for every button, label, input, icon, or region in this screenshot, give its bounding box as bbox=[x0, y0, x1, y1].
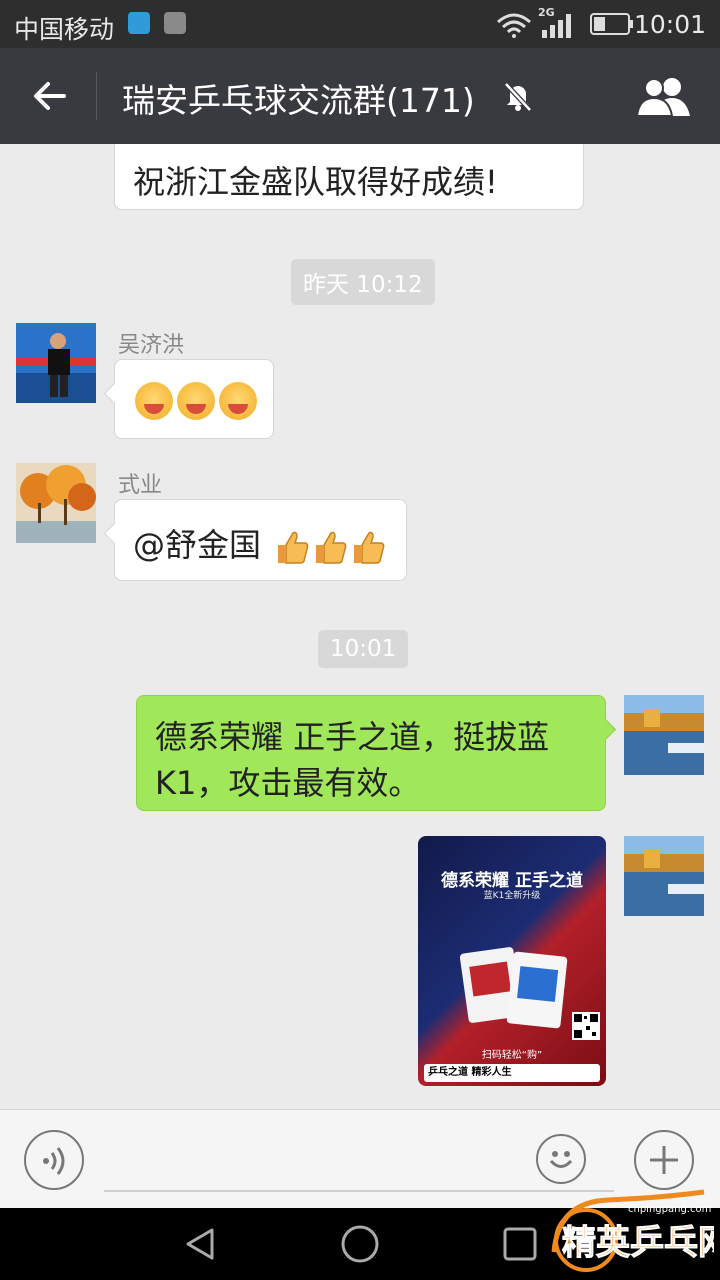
message-text: K1，攻击最有效。 bbox=[155, 764, 421, 802]
avatar[interactable] bbox=[16, 463, 96, 543]
smile-icon bbox=[549, 1151, 573, 1168]
plus-icon bbox=[650, 1146, 678, 1174]
nav-home-icon[interactable] bbox=[340, 1224, 380, 1264]
group-title: 瑞安乒乓球交流群(171) bbox=[122, 81, 475, 120]
message-bubble[interactable] bbox=[103, 359, 274, 439]
grin-blush-emoji bbox=[219, 382, 257, 420]
message-text: 祝浙江金盛队取得好成绩! bbox=[133, 163, 498, 201]
chat-header: 瑞安乒乓球交流群(171) bbox=[0, 48, 720, 144]
battery-icon bbox=[590, 13, 633, 35]
message-bubble[interactable]: 祝浙江金盛队取得好成绩! bbox=[114, 144, 584, 210]
site-watermark-logo: cnpingpang.com 精英乒乓网 bbox=[551, 1189, 714, 1272]
wifi-icon bbox=[497, 13, 531, 38]
location-app-icon bbox=[128, 12, 150, 34]
self-avatar[interactable] bbox=[624, 695, 704, 775]
sender-name: 吴济洪 bbox=[118, 333, 185, 358]
voice-icon bbox=[43, 1147, 65, 1175]
watermark-url: cnpingpang.com bbox=[628, 1204, 711, 1215]
group-members-icon[interactable] bbox=[636, 76, 692, 116]
self-avatar[interactable] bbox=[624, 836, 704, 916]
emoji-button[interactable] bbox=[536, 1134, 586, 1184]
qr-code-icon bbox=[572, 1012, 600, 1040]
message-text: 德系荣耀 正手之道，挺拔蓝 bbox=[155, 718, 550, 756]
image-message[interactable]: 德系荣耀 正手之道 蓝K1全新升级 扫码轻松“购” 乒乓之道 精彩人生 bbox=[418, 836, 606, 1086]
timestamp: 昨天 10:12 bbox=[291, 259, 435, 305]
sender-name: 式业 bbox=[118, 473, 163, 498]
avatar[interactable] bbox=[16, 323, 96, 403]
more-options-button[interactable] bbox=[634, 1130, 694, 1190]
status-bar: 中国移动 2G 10:01 bbox=[0, 0, 720, 48]
clock: 10:01 bbox=[633, 10, 706, 39]
gallery-app-icon bbox=[164, 12, 186, 34]
back-arrow-icon[interactable] bbox=[30, 76, 70, 116]
message-bubble-self[interactable]: 德系荣耀 正手之道，挺拔蓝 K1，攻击最有效。 bbox=[136, 695, 617, 811]
mention-text: @舒金国 bbox=[133, 526, 262, 564]
grin-blush-emoji bbox=[177, 382, 215, 420]
thumbs-up-icon bbox=[354, 531, 385, 564]
poster-footer: 乒乓之道 精彩人生 bbox=[424, 1064, 600, 1082]
poster-subtitle: 蓝K1全新升级 bbox=[483, 891, 541, 901]
carrier-label: 中国移动 bbox=[14, 15, 115, 44]
mute-bell-icon bbox=[504, 82, 532, 112]
message-bubble[interactable]: @舒金国 bbox=[103, 499, 407, 581]
product-box-image bbox=[459, 947, 568, 1029]
message-list[interactable]: 祝浙江金盛队取得好成绩! 昨天 10:12 吴济洪 式业 @舒金国 10:01 … bbox=[0, 144, 720, 1109]
header-divider bbox=[96, 72, 97, 120]
message-input[interactable] bbox=[104, 1190, 614, 1192]
voice-input-button[interactable] bbox=[24, 1130, 84, 1190]
signal-icon bbox=[542, 14, 571, 38]
poster-scan-text: 扫码轻松“购” bbox=[481, 1050, 543, 1061]
nav-back-icon[interactable] bbox=[182, 1226, 218, 1262]
grin-blush-emoji bbox=[135, 382, 173, 420]
nav-recent-icon[interactable] bbox=[502, 1226, 538, 1262]
thumbs-up-icon bbox=[278, 531, 309, 564]
thumbs-up-icon bbox=[316, 531, 347, 564]
watermark-text: 精英乒乓网 bbox=[562, 1223, 714, 1263]
timestamp: 10:01 bbox=[318, 630, 409, 668]
